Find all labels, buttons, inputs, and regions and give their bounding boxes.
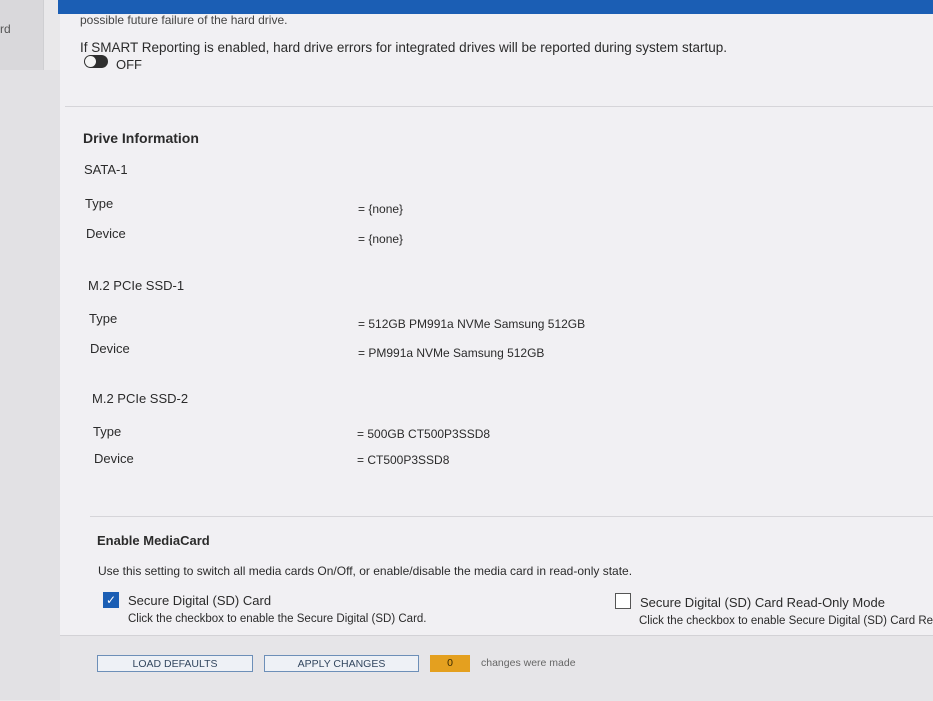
drive-info-title: Drive Information [83,130,199,146]
smart-description: If SMART Reporting is enabled, hard driv… [80,40,728,55]
mediacard-title: Enable MediaCard [97,533,210,548]
load-defaults-button[interactable]: LOAD DEFAULTS [97,655,253,672]
sata1-device-value: = {none} [358,232,404,246]
toggle-knob [85,56,96,67]
left-strip [0,70,60,700]
sata1-type-label: Type [85,196,114,211]
ssd1-type-label: Type [89,311,118,326]
sd-card-hint: Click the checkbox to enable the Secure … [128,613,427,625]
sd-card-label[interactable]: Secure Digital (SD) Card [128,593,271,608]
changes-text: changes were made [481,657,576,669]
ssd2-device-value: = CT500P3SSD8 [357,453,450,467]
section-divider [90,516,933,517]
left-nav-panel: rd [0,0,44,70]
drive-group-sata1: SATA-1 [84,162,128,177]
smart-toggle-state: OFF [116,57,142,72]
mediacard-description: Use this setting to switch all media car… [98,564,633,578]
sd-card-checkbox[interactable]: ✓ [103,592,119,608]
ssd2-device-label: Device [94,451,134,466]
section-divider [65,106,933,107]
sd-readonly-hint: Click the checkbox to enable Secure Digi… [639,615,933,627]
sd-readonly-checkbox[interactable] [615,593,631,609]
drive-group-ssd2: M.2 PCIe SSD-2 [92,391,189,406]
sata1-type-value: = {none} [358,202,404,216]
ssd2-type-value: = 500GB CT500P3SSD8 [357,427,491,441]
smart-description-cut: possible future failure of the hard driv… [80,13,288,27]
top-header-bar [58,0,933,14]
nav-item-cut-label[interactable]: rd [0,22,11,36]
ssd1-device-value: = PM991a NVMe Samsung 512GB [358,346,545,360]
ssd1-type-value: = 512GB PM991a NVMe Samsung 512GB [358,317,586,331]
ssd1-device-label: Device [90,341,130,356]
apply-changes-button[interactable]: APPLY CHANGES [264,655,419,672]
ssd2-type-label: Type [93,424,122,439]
changes-count-badge: 0 [430,655,470,672]
smart-reporting-toggle[interactable] [84,55,108,68]
sd-readonly-label[interactable]: Secure Digital (SD) Card Read-Only Mode [640,595,885,610]
sata1-device-label: Device [86,226,126,241]
drive-group-ssd1: M.2 PCIe SSD-1 [88,278,185,293]
